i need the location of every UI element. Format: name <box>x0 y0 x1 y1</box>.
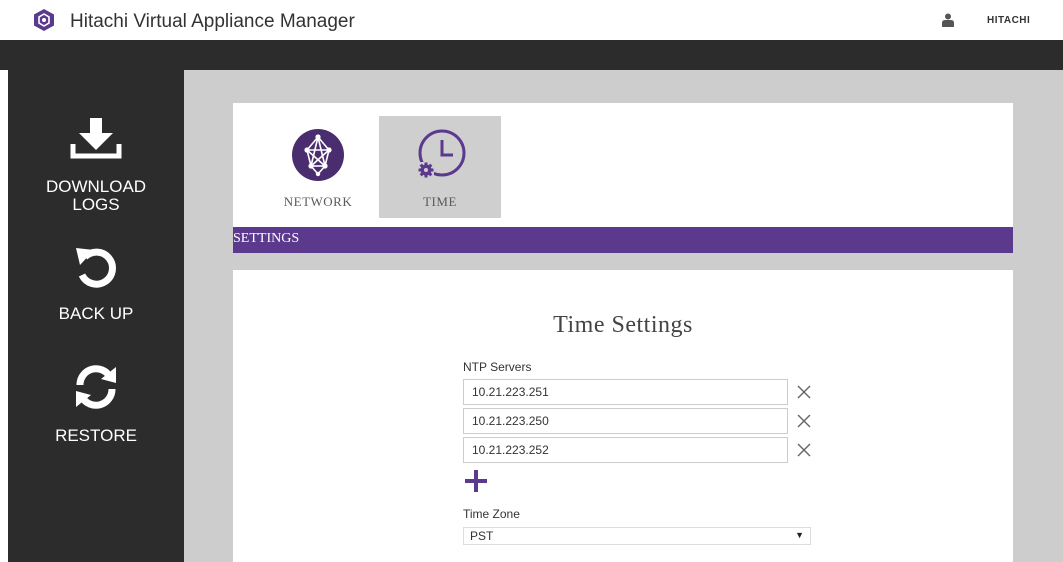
settings-bar-label: SETTINGS <box>233 231 300 246</box>
chevron-down-icon: ▼ <box>795 530 804 540</box>
time-settings-panel: Time Settings NTP Servers 10.21.223.251 … <box>233 270 1013 562</box>
ntp-server-input[interactable] <box>463 437 788 463</box>
time-zone-select[interactable]: PST ▼ <box>463 527 811 545</box>
network-globe-icon <box>292 129 344 181</box>
download-icon <box>70 118 122 159</box>
ntp-server-row <box>463 437 823 463</box>
hexagon-logo-icon <box>34 9 54 31</box>
top-header: Hitachi Virtual Appliance Manager HITACH… <box>0 0 1063 40</box>
tab-time-label: TIME <box>423 194 457 209</box>
tab-time[interactable]: TIME <box>379 116 501 218</box>
download-logs-label-line2: LOGS <box>72 195 120 214</box>
main-content: NETWORK TIME SETTINGS Time Settings NTP … <box>184 70 1063 562</box>
tab-network[interactable]: NETWORK <box>257 116 379 218</box>
refresh-icon <box>76 365 116 409</box>
back-up-label: BACK UP <box>58 304 134 323</box>
ntp-server-row <box>463 408 823 434</box>
restore-label: RESTORE <box>55 426 137 445</box>
undo-arrow-icon <box>76 248 116 288</box>
close-icon[interactable] <box>795 383 813 401</box>
plus-icon[interactable] <box>465 470 487 492</box>
ntp-servers-label: NTP Servers <box>463 360 532 374</box>
settings-section-bar: SETTINGS <box>233 227 1013 253</box>
time-zone-label: Time Zone <box>463 507 520 521</box>
close-icon[interactable] <box>795 441 813 459</box>
close-icon[interactable] <box>795 412 813 430</box>
time-zone-value: PST <box>470 529 494 543</box>
download-logs-button[interactable]: DOWNLOAD LOGS <box>8 116 184 214</box>
app-title: Hitachi Virtual Appliance Manager <box>70 11 355 32</box>
download-logs-label-line1: DOWNLOAD <box>45 177 147 196</box>
clock-gear-icon <box>418 129 466 178</box>
header-dark-strip <box>0 40 1063 70</box>
settings-tab-panel: NETWORK TIME <box>233 103 1013 227</box>
back-up-button[interactable]: BACK UP <box>8 245 184 323</box>
restore-button[interactable]: RESTORE <box>8 363 184 445</box>
ntp-server-input[interactable] <box>463 408 788 434</box>
tab-network-label: NETWORK <box>283 194 353 209</box>
sidebar: DOWNLOAD LOGS BACK UP RESTORE <box>8 70 184 562</box>
ntp-server-row <box>463 379 823 405</box>
brand-logo-text: HITACHI <box>987 15 1031 26</box>
user-icon[interactable] <box>942 13 954 27</box>
ntp-server-input[interactable] <box>463 379 788 405</box>
page-title: Time Settings <box>553 312 693 338</box>
